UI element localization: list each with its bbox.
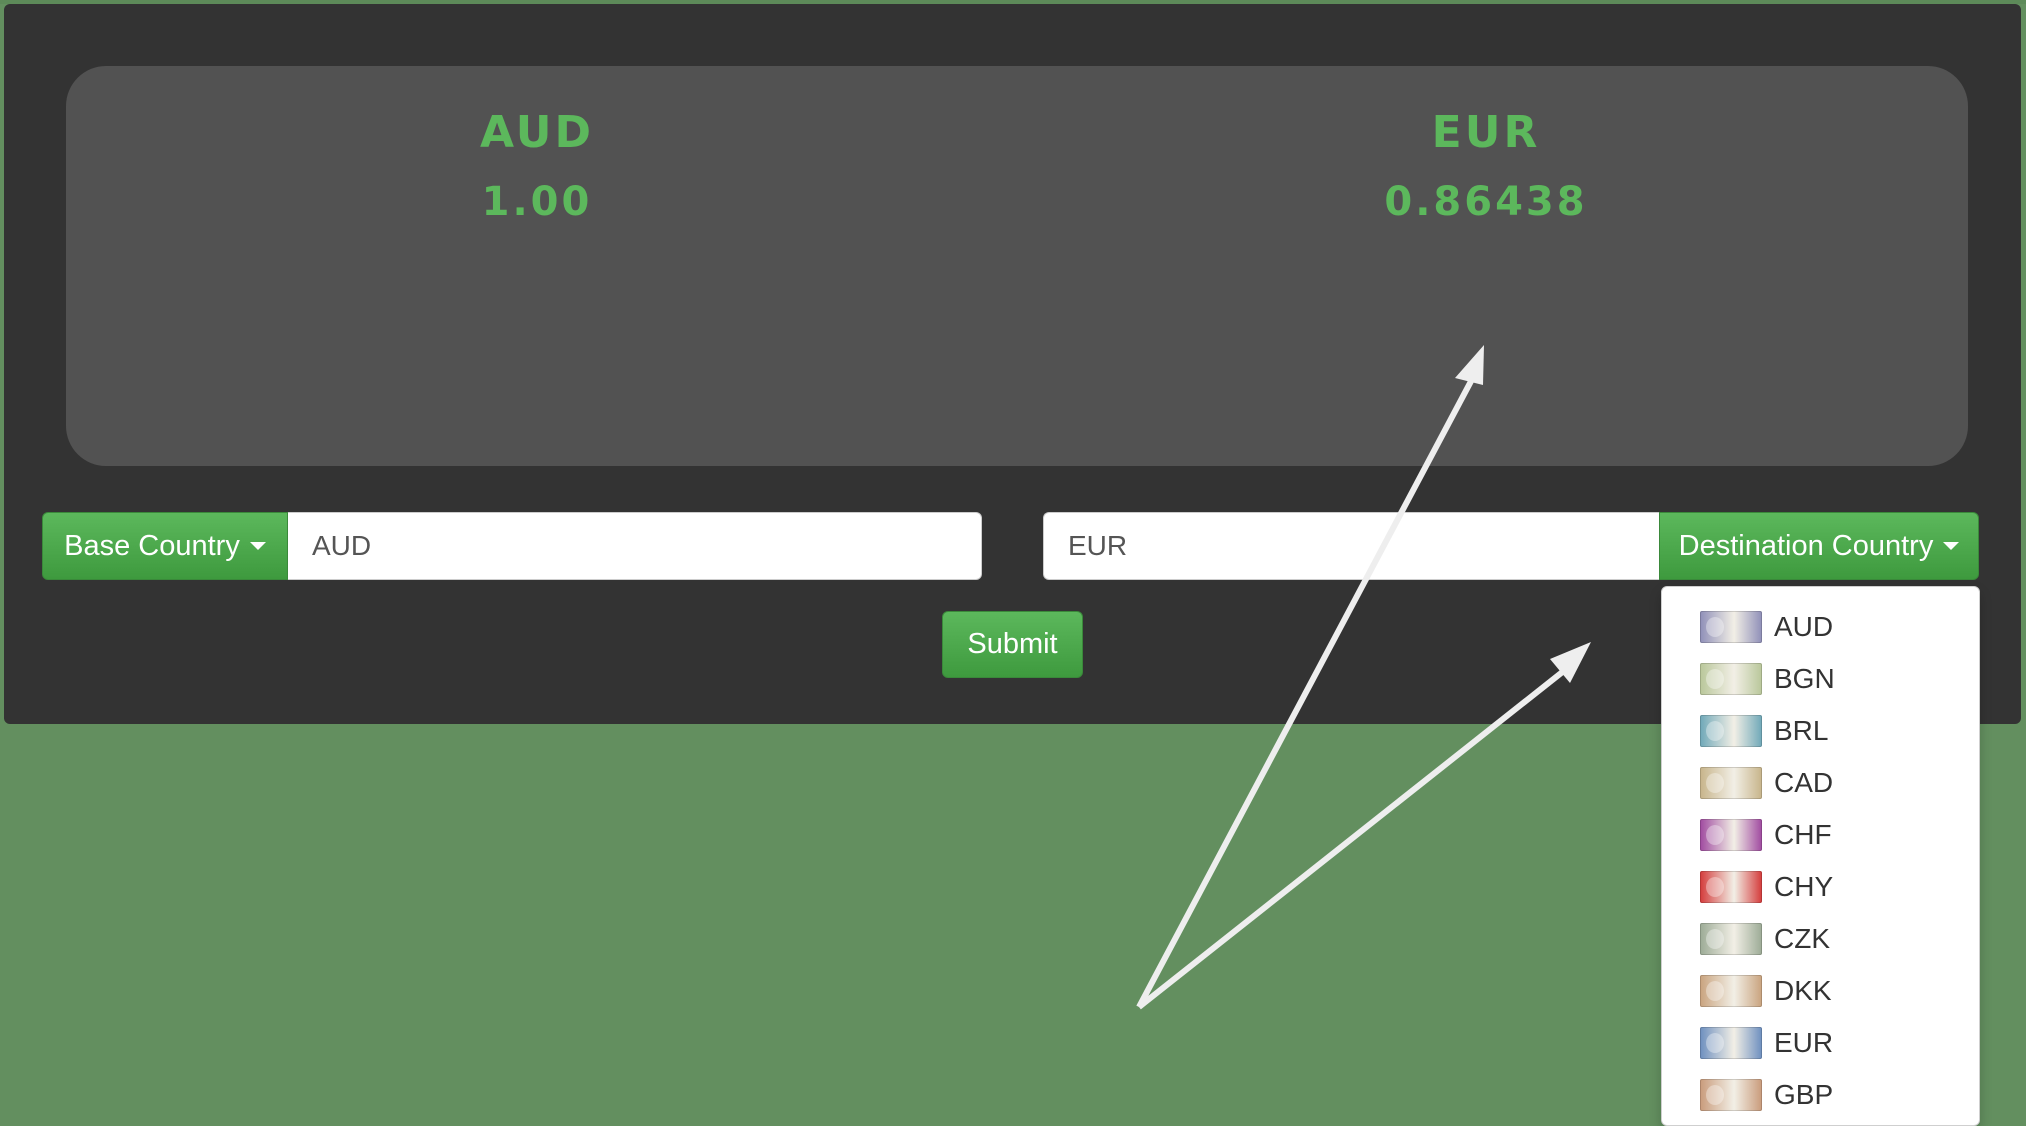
annotation-arrows [1136, 345, 1591, 1010]
arrow-to-dropdown-icon [1137, 663, 1572, 1010]
arrow-to-rate-icon [1136, 366, 1481, 1009]
arrow-head-icon [1455, 345, 1484, 385]
